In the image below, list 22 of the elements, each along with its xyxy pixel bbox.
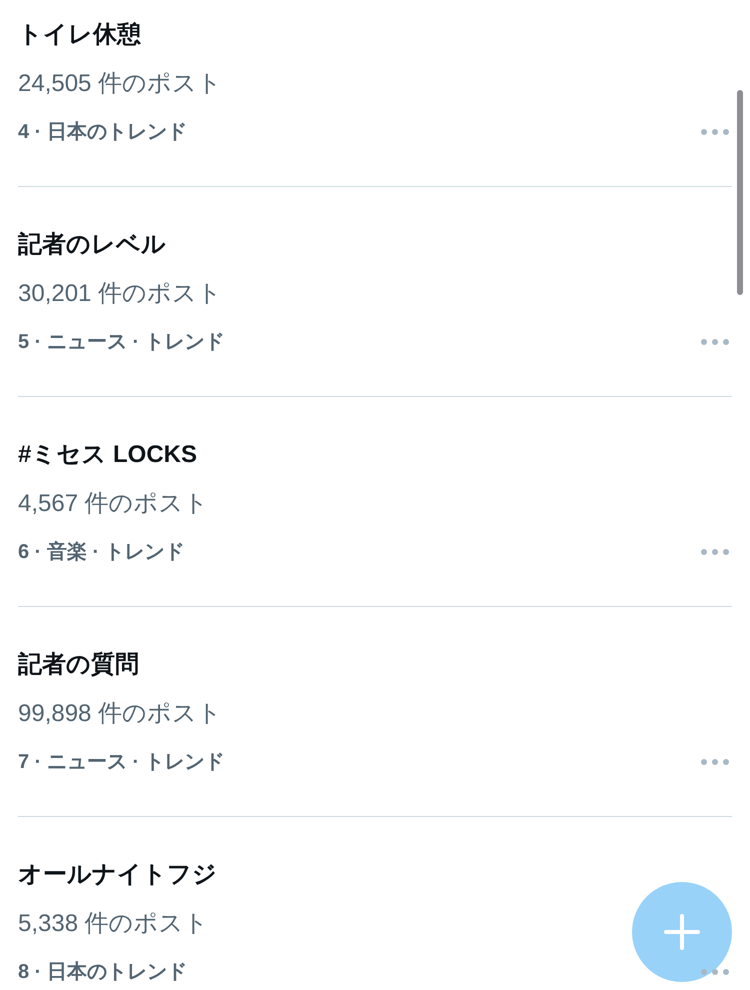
post-count: 5,338 件のポスト [18, 909, 209, 939]
more-icon[interactable] [700, 548, 730, 556]
post-count: 99,898 件のポスト [18, 699, 222, 729]
trend-category: 4 · 日本のトレンド [18, 120, 187, 145]
post-count: 24,505 件のポスト [18, 69, 222, 99]
more-icon[interactable] [700, 338, 730, 346]
trend-title: トイレ休憩 [18, 20, 141, 50]
trend-title: 記者のレベル [18, 230, 166, 260]
trend-category: 8 · 日本のトレンド [18, 960, 187, 985]
trend-title: #ミセス LOCKS [18, 440, 198, 470]
trend-category: 6 · 音楽 · トレンド [18, 540, 185, 565]
trend-title: オールナイトフジ [18, 860, 217, 890]
plus-icon [664, 914, 700, 950]
more-icon[interactable] [700, 128, 730, 136]
scrollbar[interactable] [737, 90, 743, 295]
more-icon[interactable] [700, 968, 730, 976]
post-count: 4,567 件のポスト [18, 489, 209, 519]
trend-title: 記者の質問 [18, 650, 139, 680]
trend-category: 7 · ニュース · トレンド [18, 750, 225, 775]
trend-category: 5 · ニュース · トレンド [18, 330, 225, 355]
post-count: 30,201 件のポスト [18, 279, 222, 309]
more-icon[interactable] [700, 758, 730, 766]
